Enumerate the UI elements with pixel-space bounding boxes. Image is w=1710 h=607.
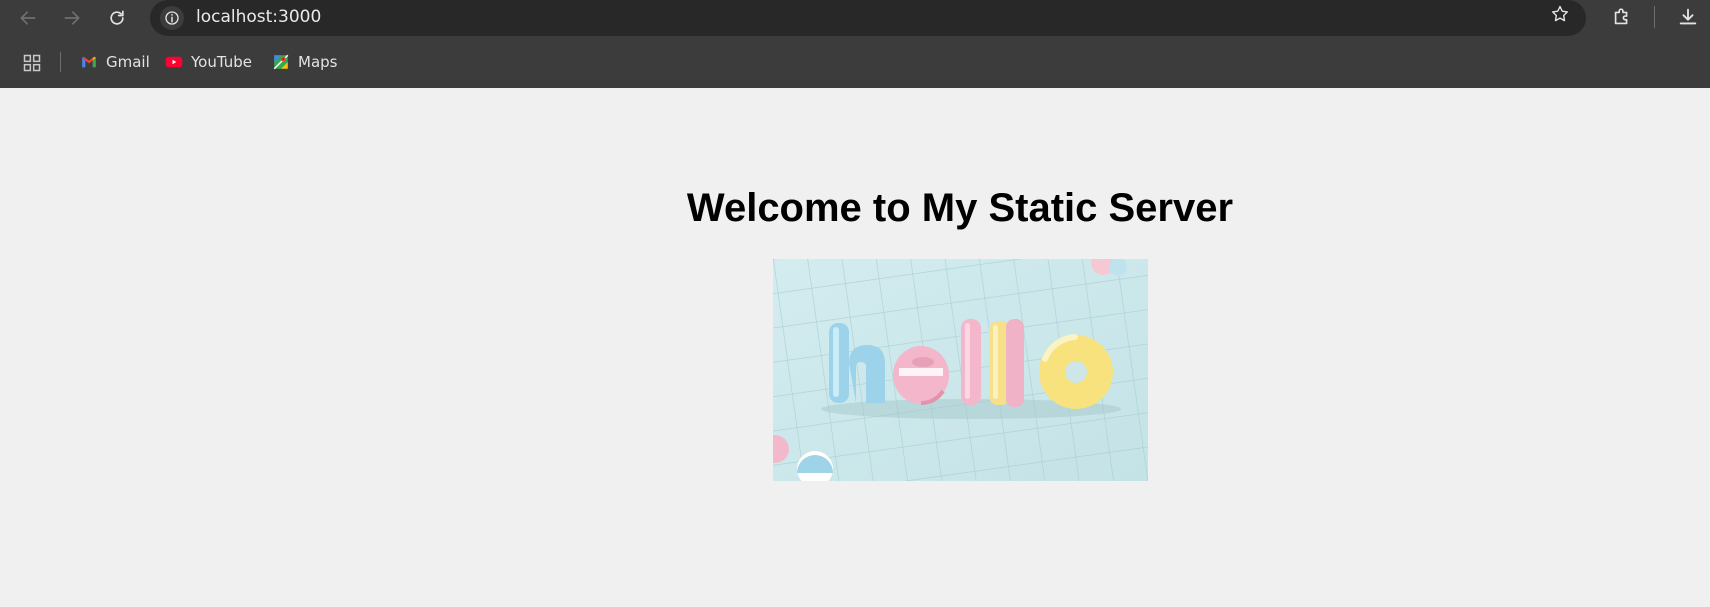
browser-toolbar: localhost:3000 [0, 0, 1710, 40]
gmail-icon [82, 56, 96, 68]
youtube-icon [165, 56, 183, 68]
url-text[interactable]: localhost:3000 [196, 7, 321, 27]
star-icon [1551, 5, 1569, 22]
downloads-button[interactable] [1673, 2, 1703, 32]
arrow-right-icon [64, 11, 80, 25]
apps-button[interactable] [18, 50, 46, 76]
site-info-button[interactable] [160, 6, 184, 30]
hello-image-graphic [773, 259, 1148, 481]
bookmarks-divider [60, 52, 61, 72]
hello-image [773, 259, 1148, 481]
download-icon [1679, 8, 1697, 25]
extensions-button[interactable] [1608, 2, 1636, 32]
address-bar[interactable]: localhost:3000 [150, 0, 1586, 36]
bookmark-maps[interactable]: Maps [272, 48, 337, 76]
maps-icon [273, 54, 289, 70]
bookmark-star-button[interactable] [1546, 0, 1574, 28]
apps-grid-icon [23, 54, 41, 72]
bookmark-label: YouTube [191, 53, 252, 71]
bookmark-youtube[interactable]: YouTube [165, 48, 252, 76]
bookmarks-bar: Gmail YouTube Maps [0, 44, 1710, 80]
arrow-left-icon [20, 11, 36, 25]
reload-button[interactable] [103, 4, 131, 32]
browser-chrome: localhost:3000 Gmail YouTube Maps [0, 0, 1710, 88]
page-title: Welcome to My Static Server [686, 186, 1234, 230]
forward-button[interactable] [58, 4, 86, 32]
bookmark-gmail[interactable]: Gmail [80, 48, 150, 76]
puzzle-icon [1614, 8, 1628, 25]
bookmark-label: Gmail [106, 53, 150, 71]
reload-icon [110, 10, 124, 25]
toolbar-divider [1654, 6, 1655, 28]
info-icon [165, 11, 179, 25]
back-button[interactable] [14, 4, 42, 32]
bookmark-label: Maps [298, 53, 338, 71]
